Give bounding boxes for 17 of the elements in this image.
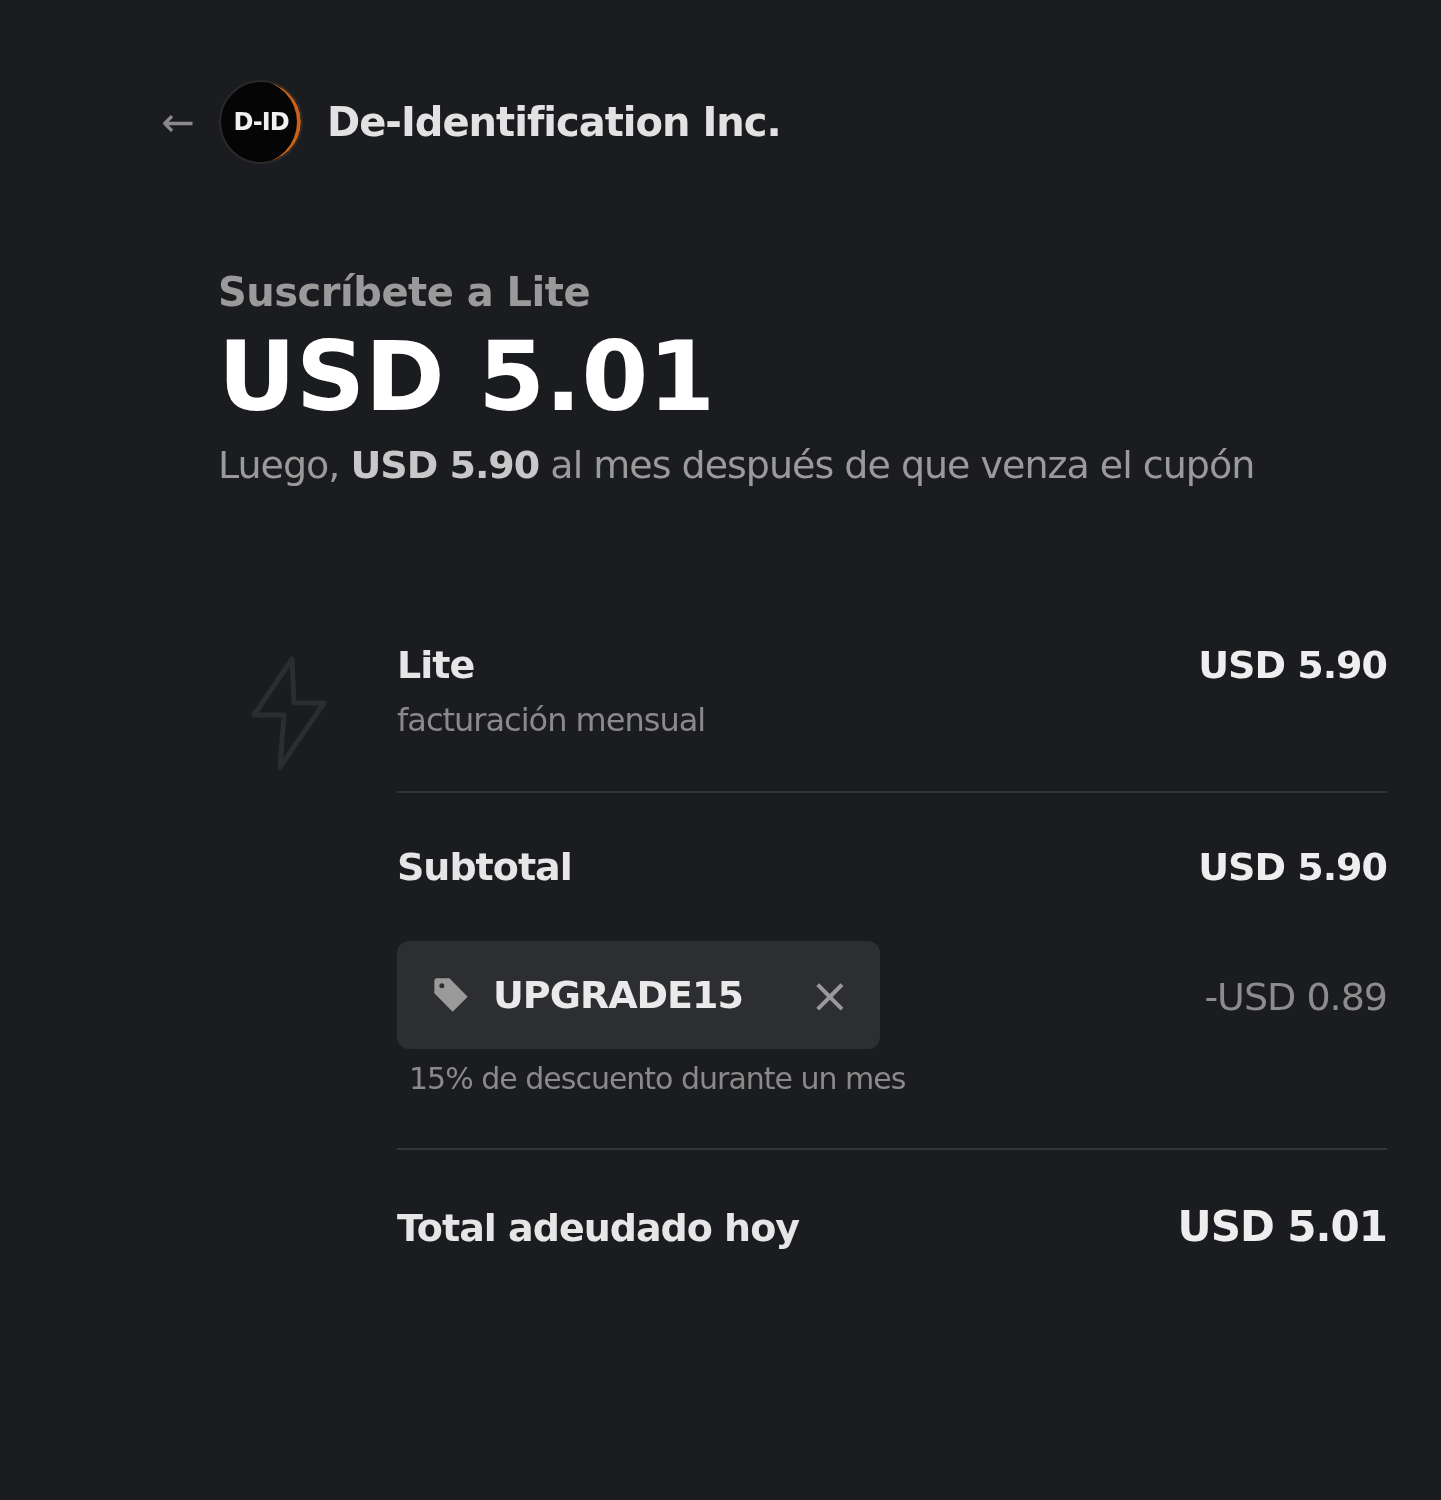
subscription-title: Suscríbete a Lite [218, 269, 592, 315]
billing-period: facturación mensual [397, 700, 707, 739]
coupon-code: UPGRADE15 [493, 972, 744, 1017]
back-button[interactable]: ← [155, 99, 201, 145]
plan-price: USD 5.90 [1198, 642, 1387, 687]
total-label: Total adeudado hoy [397, 1205, 800, 1250]
subtotal-amount: USD 5.90 [1198, 844, 1387, 889]
total-amount: USD 5.01 [1177, 1201, 1387, 1251]
price-amount: USD 5.01 [218, 325, 717, 431]
plan-name: Lite [397, 642, 475, 687]
company-logo: D-ID [219, 80, 303, 164]
discount-amount: -USD 0.89 [1204, 974, 1387, 1019]
renewal-note: Luego, USD 5.90 al mes después de que venza el cupón [218, 441, 1256, 489]
remove-coupon-button[interactable]: × [809, 970, 850, 1019]
subtotal-label: Subtotal [397, 844, 572, 889]
company-name: De-Identification Inc. [327, 99, 781, 145]
coupon-description: 15% de descuento durante un mes [409, 1060, 907, 1096]
